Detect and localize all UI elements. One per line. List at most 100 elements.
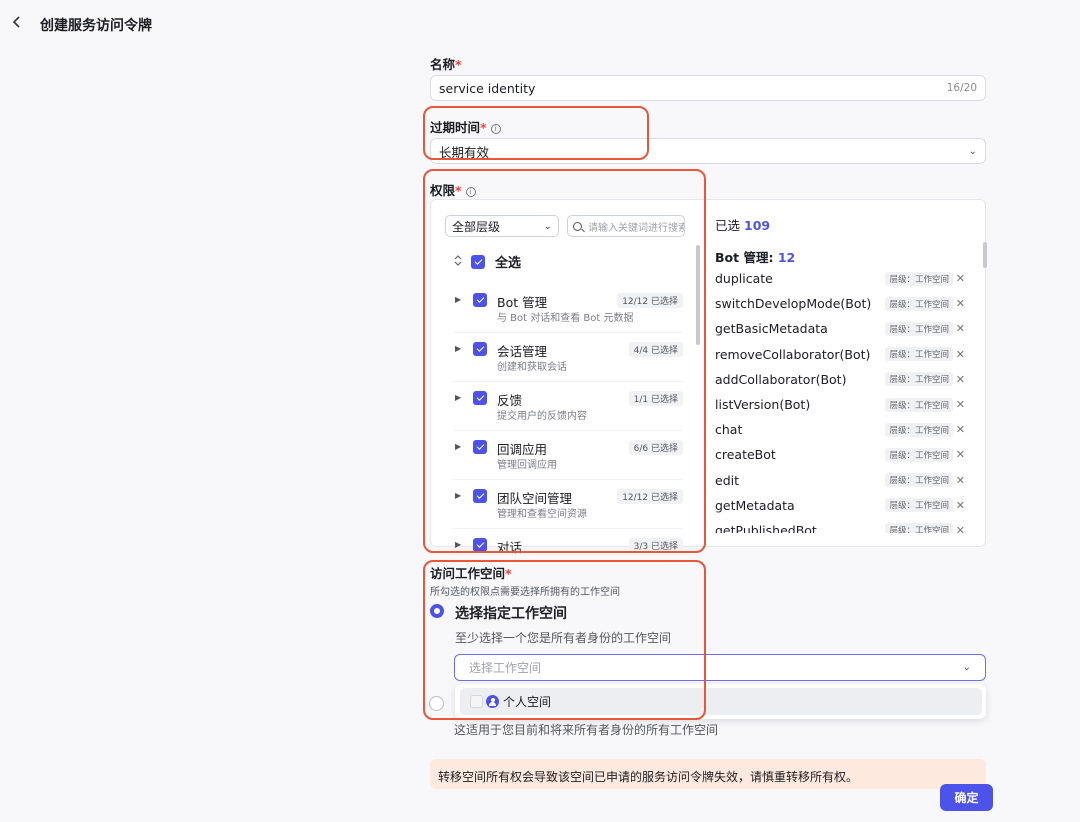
selected-permission-name: switchDevelopMode(Bot) — [715, 296, 872, 312]
selected-permission-name: addCollaborator(Bot) — [715, 371, 847, 387]
expand-arrow-icon[interactable]: ▶ — [455, 442, 461, 451]
selected-permission-item: getBasicMetadata 层级：工作空间 ✕ — [715, 316, 975, 341]
dropdown-item-personal-space[interactable]: 个人空间 — [460, 688, 982, 715]
group-checkbox[interactable] — [473, 293, 487, 307]
close-icon[interactable]: ✕ — [956, 499, 965, 512]
close-icon[interactable]: ✕ — [956, 423, 965, 436]
select-all-label: 全选 — [495, 256, 522, 271]
expand-arrow-icon[interactable]: ▶ — [455, 491, 461, 500]
layer-select-value: 全部层级 — [452, 219, 501, 234]
selected-group-label: Bot 管理: — [715, 250, 774, 265]
close-icon[interactable]: ✕ — [956, 474, 965, 487]
info-icon[interactable]: i — [490, 124, 501, 134]
selected-permission-name: getBasicMetadata — [715, 321, 828, 337]
warning-text: 转移空间所有权会导致该空间已申请的服务访问令牌失效，请慎重转移所有权。 — [438, 770, 859, 784]
selected-permission-item: edit 层级：工作空间 ✕ — [715, 468, 975, 493]
permission-group-row[interactable]: ▶ 反馈 提交用户的反馈内容 1/1 已选择 — [453, 382, 683, 431]
selected-permission-item: duplicate 层级：工作空间 ✕ — [715, 266, 975, 291]
expand-arrow-icon[interactable]: ▶ — [455, 295, 461, 304]
search-placeholder: 请输入关键词进行搜索 — [588, 222, 685, 234]
layer-select[interactable]: 全部层级 ⌄ — [445, 215, 559, 237]
group-checkbox[interactable] — [473, 538, 487, 552]
scope-tag: 层级：工作空间 — [885, 447, 953, 462]
selected-permission-name: chat — [715, 422, 743, 438]
close-icon[interactable]: ✕ — [956, 272, 965, 285]
expiry-select[interactable]: 长期有效 ⌄ — [430, 138, 986, 164]
page-title: 创建服务访问令牌 — [40, 18, 152, 34]
group-checkbox[interactable] — [473, 440, 487, 454]
radio-specific-workspace[interactable] — [430, 604, 444, 618]
close-icon[interactable]: ✕ — [956, 524, 965, 533]
expiry-label: 过期时间* i — [430, 117, 501, 136]
permission-group-row[interactable]: ▶ 团队空间管理 管理和查看空间资源 12/12 已选择 — [453, 480, 683, 529]
group-count-badge: 3/3 已选择 — [628, 538, 683, 553]
char-counter: 16/20 — [946, 82, 977, 94]
collapse-expand-icon[interactable] — [453, 254, 463, 269]
scope-tag: 层级：工作空间 — [885, 498, 953, 513]
scrollbar-left[interactable] — [696, 245, 700, 345]
radio-all-workspaces[interactable] — [429, 696, 444, 711]
confirm-button[interactable]: 确定 — [940, 784, 993, 811]
close-icon[interactable]: ✕ — [956, 373, 965, 386]
option-specific-workspace-label[interactable]: 选择指定工作空间 — [455, 603, 567, 623]
chevron-left-icon[interactable] — [12, 15, 26, 33]
top-bar: 创建服务访问令牌 — [0, 0, 1080, 48]
search-icon — [573, 221, 582, 231]
expand-arrow-icon[interactable]: ▶ — [455, 540, 461, 549]
scope-tag: 层级：工作空间 — [885, 372, 953, 387]
expand-arrow-icon[interactable]: ▶ — [455, 344, 461, 353]
selected-count: 109 — [744, 218, 771, 233]
info-icon[interactable]: i — [465, 187, 476, 197]
required-mark: * — [505, 566, 512, 581]
expiry-label-text: 过期时间 — [430, 120, 481, 135]
expand-arrow-icon[interactable]: ▶ — [455, 393, 461, 402]
selected-permission-name: getPublishedBot — [715, 522, 817, 533]
close-icon[interactable]: ✕ — [956, 297, 965, 310]
select-all-checkbox[interactable] — [471, 254, 485, 269]
scope-tag: 层级：工作空间 — [885, 321, 953, 336]
permission-group-row[interactable]: ▶ 回调应用 管理回调应用 6/6 已选择 — [453, 431, 683, 480]
close-icon[interactable]: ✕ — [956, 322, 965, 335]
selected-permission-item: removeCollaborator(Bot) 层级：工作空间 ✕ — [715, 342, 975, 367]
permission-group-row[interactable]: ▶ 会话管理 创建和获取会话 4/4 已选择 — [453, 333, 683, 382]
close-icon[interactable]: ✕ — [956, 448, 965, 461]
group-checkbox[interactable] — [473, 342, 487, 356]
group-count-badge: 6/6 已选择 — [628, 440, 683, 455]
permission-group-row[interactable]: ▶ Bot 管理与 Bot 对话和查看 Bot 元数据 12/12 已选择 — [453, 284, 683, 333]
scope-tag: 层级：工作空间 — [885, 473, 953, 488]
required-mark: * — [480, 120, 487, 135]
permissions-label: 权限* i — [430, 180, 476, 199]
group-count-badge: 12/12 已选择 — [617, 489, 683, 504]
name-input-value: service identity — [439, 80, 536, 96]
scope-tag: 层级：工作空间 — [885, 347, 953, 362]
user-icon — [486, 695, 499, 708]
permissions-label-text: 权限 — [430, 183, 456, 198]
warning-banner: 转移空间所有权会导致该空间已申请的服务访问令牌失效，请慎重转移所有权。 — [430, 759, 986, 789]
workspace-select[interactable]: 选择工作空间 ⌄ — [454, 654, 986, 681]
close-icon[interactable]: ✕ — [956, 398, 965, 411]
selected-permission-name: duplicate — [715, 271, 773, 287]
option-all-workspaces-desc: 这适用于您目前和将来所有者身份的所有工作空间 — [454, 723, 719, 737]
close-icon[interactable]: ✕ — [956, 348, 965, 361]
permission-group-row[interactable]: ▶ 对话 3/3 已选择 — [453, 529, 683, 555]
name-input[interactable]: service identity 16/20 — [430, 75, 986, 101]
selected-permission-item: createBot 层级：工作空间 ✕ — [715, 442, 975, 467]
permission-search-input[interactable]: 请输入关键词进行搜索 — [567, 215, 685, 237]
name-label: 名称* — [430, 54, 462, 73]
selected-permission-item: chat 层级：工作空间 ✕ — [715, 417, 975, 442]
chevron-down-icon: ⌄ — [543, 220, 552, 232]
required-mark: * — [455, 57, 462, 72]
selected-permission-item: listVersion(Bot) 层级：工作空间 ✕ — [715, 392, 975, 417]
group-desc: 创建和获取会话 — [497, 362, 567, 373]
group-checkbox[interactable] — [473, 391, 487, 405]
group-checkbox[interactable] — [473, 489, 487, 503]
dropdown-item-checkbox[interactable] — [470, 695, 483, 708]
scope-tag: 层级：工作空间 — [885, 422, 953, 437]
scrollbar-right[interactable] — [983, 242, 987, 268]
selected-permission-item: switchDevelopMode(Bot) 层级：工作空间 ✕ — [715, 291, 975, 316]
scope-tag: 层级：工作空间 — [885, 271, 953, 286]
select-all-row[interactable]: 全选 — [453, 252, 521, 271]
selected-count-title: 已选 109 — [715, 215, 770, 234]
scope-tag: 层级：工作空间 — [885, 397, 953, 412]
selected-permission-name: getMetadata — [715, 497, 795, 513]
